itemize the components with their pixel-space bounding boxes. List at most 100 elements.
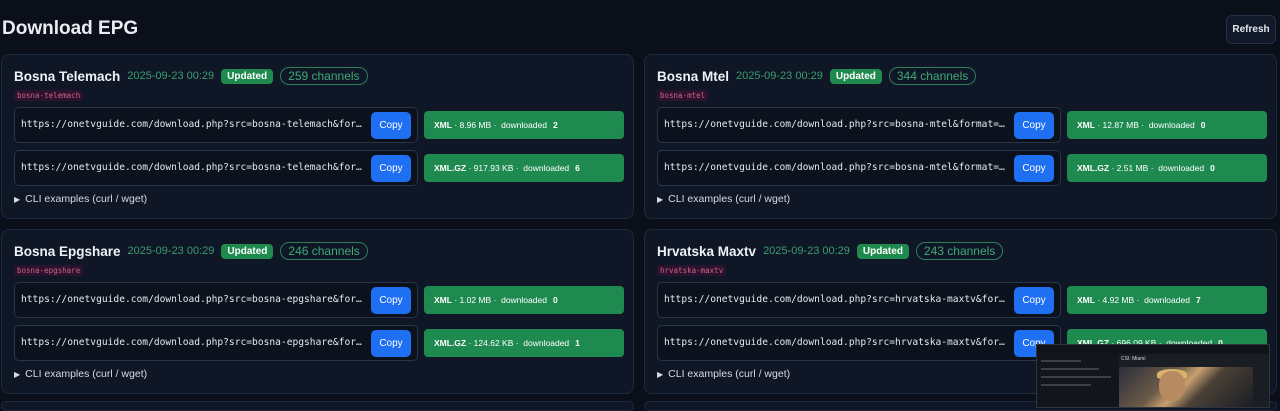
url-text[interactable]: https://onetvguide.com/download.php?src=… — [21, 337, 367, 348]
cli-examples-toggle[interactable]: ▶ CLI examples (curl / wget) — [657, 193, 790, 205]
download-badge[interactable]: XML.GZ · 124.62 KB · downloaded 1 — [424, 329, 624, 357]
copy-button[interactable]: Copy — [1014, 112, 1054, 139]
format-label: XML.GZ — [434, 338, 467, 348]
downloaded-label: downloaded — [1148, 120, 1195, 130]
cli-examples-label: CLI examples (curl / wget) — [668, 368, 791, 380]
url-text[interactable]: https://onetvguide.com/download.php?src=… — [21, 119, 367, 130]
file-size: 2.51 MB — [1116, 163, 1149, 173]
slug-tag: bosna-mtel — [657, 90, 709, 101]
slug-tag: bosna-telemach — [14, 90, 84, 101]
copy-button[interactable]: Copy — [371, 112, 411, 139]
url-text[interactable]: https://onetvguide.com/download.php?src=… — [664, 162, 1010, 173]
format-label: XML.GZ — [434, 163, 467, 173]
download-badge[interactable]: XML.GZ · 2.51 MB · downloaded 0 — [1067, 154, 1267, 182]
url-field[interactable]: https://onetvguide.com/download.php?src=… — [657, 282, 1061, 318]
downloaded-label: downloaded — [1144, 295, 1190, 305]
epg-card-bosna-epgshare: Bosna Epgshare 2025-09-23 00:29 Updated … — [1, 229, 634, 394]
channels-badge: 259 channels — [280, 67, 368, 85]
url-field[interactable]: https://onetvguide.com/download.php?src=… — [657, 325, 1061, 361]
video-preview-overlay[interactable]: CSI: Miami — [1036, 344, 1270, 408]
download-count: 1 — [575, 338, 580, 348]
card-header: Hrvatska Maxtv 2025-09-23 00:29 Updated … — [657, 242, 1004, 260]
url-text[interactable]: https://onetvguide.com/download.php?src=… — [21, 294, 367, 305]
status-badge: Updated — [221, 68, 274, 84]
overlay-line — [1041, 376, 1111, 378]
overlay-toolbar — [1037, 345, 1269, 354]
url-field[interactable]: https://onetvguide.com/download.php?src=… — [14, 150, 418, 186]
format-label: XML — [434, 295, 452, 305]
card-header: Bosna Mtel 2025-09-23 00:29 Updated 344 … — [657, 67, 977, 85]
channels-badge: 243 channels — [915, 242, 1004, 260]
download-badge[interactable]: XML · 8.96 MB · downloaded 2 — [424, 111, 624, 139]
triangle-right-icon: ▶ — [14, 369, 21, 379]
url-text[interactable]: https://onetvguide.com/download.php?src=… — [664, 119, 1010, 130]
url-field[interactable]: https://onetvguide.com/download.php?src=… — [14, 325, 418, 361]
card-date: 2025-09-23 00:29 — [127, 245, 215, 257]
overlay-sidebar — [1037, 354, 1119, 407]
status-badge: Updated — [221, 243, 274, 259]
triangle-right-icon: ▶ — [657, 369, 664, 379]
cli-examples-label: CLI examples (curl / wget) — [25, 368, 148, 380]
overlay-title: CSI: Miami — [1121, 356, 1146, 362]
slug-tag: hrvatska-maxtv — [657, 265, 727, 276]
downloaded-label: downloaded — [1158, 163, 1205, 173]
channels-badge: 344 channels — [888, 67, 977, 85]
card-header: Bosna Telemach 2025-09-23 00:29 Updated … — [14, 67, 368, 85]
triangle-right-icon: ▶ — [657, 194, 664, 204]
download-count: 0 — [552, 295, 558, 305]
overlay-line — [1041, 368, 1099, 370]
copy-button[interactable]: Copy — [371, 287, 411, 314]
card-title: Bosna Telemach — [14, 68, 121, 84]
triangle-right-icon: ▶ — [14, 194, 21, 204]
copy-button[interactable]: Copy — [371, 330, 411, 357]
format-label: XML — [1077, 120, 1095, 130]
downloaded-label: downloaded — [501, 295, 547, 305]
download-badge[interactable]: XML · 1.02 MB · downloaded 0 — [424, 286, 624, 314]
cli-examples-toggle[interactable]: ▶ CLI examples (curl / wget) — [657, 368, 790, 380]
download-badge[interactable]: XML.GZ · 917.93 KB · downloaded 6 — [424, 154, 624, 182]
format-label: XML — [1077, 295, 1095, 305]
download-count: 0 — [1210, 163, 1215, 173]
url-text[interactable]: https://onetvguide.com/download.php?src=… — [21, 162, 367, 173]
downloaded-label: downloaded — [501, 120, 547, 130]
download-count: 6 — [575, 163, 580, 173]
status-badge: Updated — [856, 243, 909, 259]
overlay-line — [1041, 384, 1091, 386]
status-badge: Updated — [829, 68, 882, 84]
card-date: 2025-09-23 00:29 — [736, 70, 823, 82]
file-size: 917.93 KB — [473, 163, 514, 173]
card-title: Hrvatska Maxtv — [657, 243, 757, 259]
file-size: 8.96 MB — [459, 120, 492, 130]
refresh-button[interactable]: Refresh — [1226, 15, 1276, 44]
url-text[interactable]: https://onetvguide.com/download.php?src=… — [664, 294, 1010, 305]
url-field[interactable]: https://onetvguide.com/download.php?src=… — [657, 107, 1061, 143]
header: Download EPG Refresh — [0, 0, 1280, 60]
card-title: Bosna Mtel — [657, 68, 730, 84]
copy-button[interactable]: Copy — [371, 155, 411, 182]
url-field[interactable]: https://onetvguide.com/download.php?src=… — [657, 150, 1061, 186]
downloaded-label: downloaded — [523, 163, 570, 173]
copy-button[interactable]: Copy — [1014, 287, 1054, 314]
overlay-line — [1041, 360, 1081, 362]
url-text[interactable]: https://onetvguide.com/download.php?src=… — [664, 337, 1010, 348]
epg-card-partial — [1, 401, 634, 411]
epg-card-bosna-telemach: Bosna Telemach 2025-09-23 00:29 Updated … — [1, 54, 634, 219]
file-size: 4.92 MB — [1102, 295, 1135, 305]
copy-button[interactable]: Copy — [1014, 155, 1054, 182]
cli-examples-toggle[interactable]: ▶ CLI examples (curl / wget) — [14, 193, 147, 205]
file-size: 124.62 KB — [473, 338, 514, 348]
url-field[interactable]: https://onetvguide.com/download.php?src=… — [14, 107, 418, 143]
page-title: Download EPG — [2, 18, 139, 39]
card-date: 2025-09-23 00:29 — [763, 245, 850, 257]
download-count: 2 — [552, 120, 558, 130]
downloaded-label: downloaded — [523, 338, 570, 348]
download-badge[interactable]: XML · 4.92 MB · downloaded 7 — [1067, 286, 1267, 314]
cli-examples-label: CLI examples (curl / wget) — [668, 193, 791, 205]
download-count: 7 — [1195, 295, 1201, 305]
slug-tag: bosna-epgshare — [14, 265, 84, 276]
cli-examples-toggle[interactable]: ▶ CLI examples (curl / wget) — [14, 368, 147, 380]
epg-card-bosna-mtel: Bosna Mtel 2025-09-23 00:29 Updated 344 … — [644, 54, 1277, 219]
download-badge[interactable]: XML · 12.87 MB · downloaded 0 — [1067, 111, 1267, 139]
format-label: XML.GZ — [1077, 163, 1110, 173]
url-field[interactable]: https://onetvguide.com/download.php?src=… — [14, 282, 418, 318]
